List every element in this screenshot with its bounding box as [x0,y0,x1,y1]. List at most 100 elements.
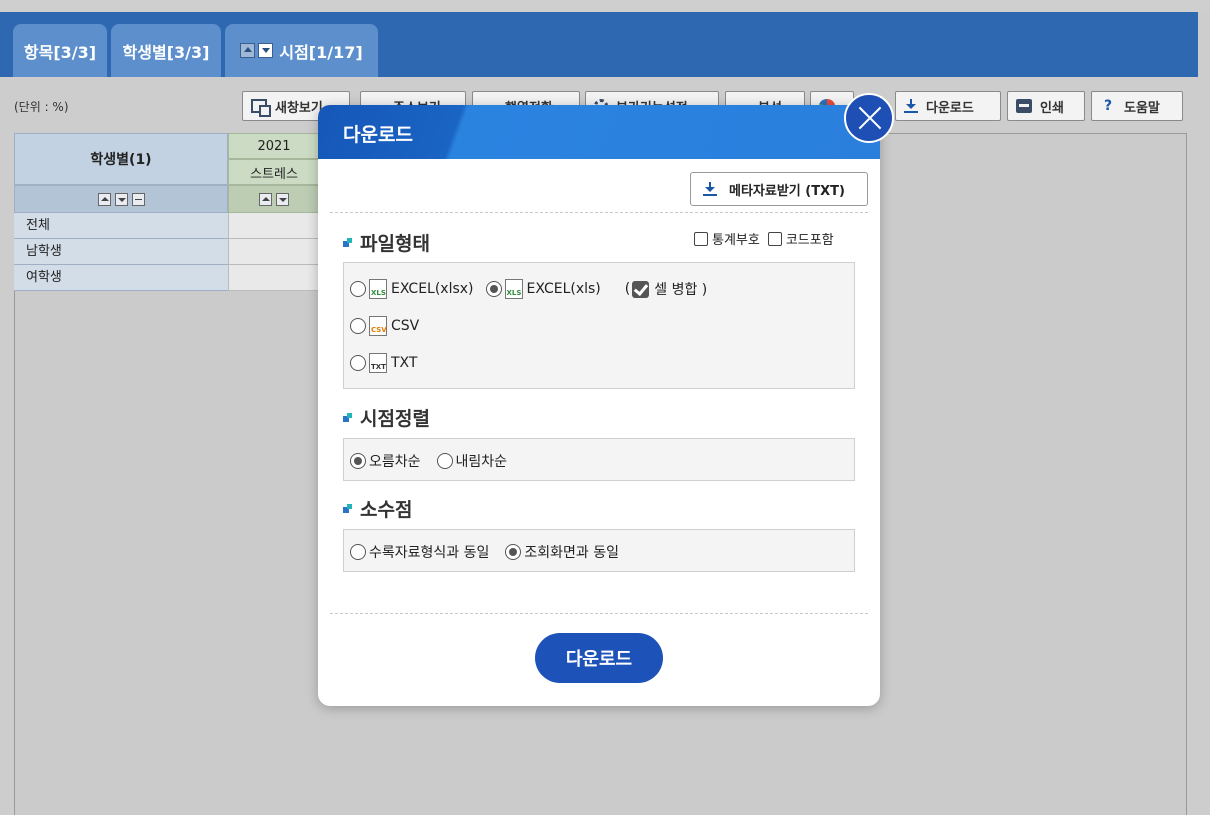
merge-cells-label: 셀 병합 ) [654,282,708,298]
help-label: 도움말 [1124,100,1160,116]
help-button[interactable]: ? 도움말 [1091,91,1183,121]
print-label: 인쇄 [1040,100,1064,116]
csv-radio[interactable] [350,318,366,334]
divider [330,613,868,614]
code-include-label: 코드포함 [785,233,834,248]
row-value [228,265,320,291]
download-icon [904,99,918,113]
download-dialog: 다운로드 메타자료받기 (TXT) 파일형태 통계부호 코드포함 XLS EXC… [318,105,880,706]
arrow-up-icon[interactable] [240,43,256,58]
txt-file-icon: TXT [369,353,387,373]
merge-paren: ( [624,281,631,297]
tab-students-label: 학생별[3/3] [122,42,210,62]
file-type-options: XLS EXCEL(xlsx) XLS EXCEL(xls) ( 셀 병합 ) … [343,262,855,389]
file-options: 통계부호 코드포함 [694,229,834,248]
same-as-source-label: 수록자료형식과 동일 [369,545,490,561]
top-strip [0,0,1210,12]
decimal-row: 수록자료형식과 동일 조회화면과 동일 [350,542,619,562]
stat-symbol-label: 통계부호 [712,233,760,248]
meta-download-button[interactable]: 메타자료받기 (TXT) [690,172,868,206]
stat-symbol-checkbox[interactable] [694,231,708,246]
asc-label: 오름차순 [369,454,421,470]
sort-down-icon[interactable] [276,192,289,206]
meta-download-label: 메타자료받기 (TXT) [729,183,845,199]
grid-sort-controls-2 [228,185,320,213]
file-type-title-text: 파일형태 [360,233,430,255]
row-label: 남학생 [14,239,228,265]
table-row: 여학생 [14,265,320,291]
table-row: 전체 [14,213,320,239]
row-value [228,213,320,239]
grid-header-students: 학생별(1) [14,133,228,185]
xlsx-label: EXCEL(xlsx) [391,281,474,297]
desc-label: 내림차순 [455,454,508,470]
asc-radio[interactable] [350,453,366,469]
csv-file-icon-text: CSV [371,326,387,334]
excel-file-icon: XLS [504,279,523,299]
desc-radio[interactable] [436,453,453,469]
tab-periods-label: 시점[1/17] [279,42,363,62]
row-label: 여학생 [14,265,228,291]
close-icon[interactable] [844,93,894,143]
merge-cells-checkbox[interactable] [632,280,650,298]
txt-row: TXT TXT [350,353,417,373]
divider [330,212,868,213]
row-label: 전체 [14,213,228,239]
print-icon [1016,99,1032,113]
code-include-checkbox[interactable] [767,231,782,246]
excel-file-icon: XLS [369,279,387,299]
help-icon: ? [1103,98,1113,114]
decimal-options: 수록자료형식과 동일 조회화면과 동일 [343,529,855,572]
xls-radio[interactable] [485,281,502,297]
excel-file-icon-text: XLS [506,289,522,297]
bullet-icon [343,238,352,247]
new-window-label: 새창보기 [275,100,323,116]
same-as-source-radio[interactable] [350,544,366,560]
dialog-title: 다운로드 [343,124,413,146]
grid-header-stress: 스트레스 [228,159,320,185]
tab-periods[interactable]: 시점[1/17] [225,24,378,77]
download-toolbar-label: 다운로드 [926,100,974,116]
table-row: 남학생 [14,239,320,265]
sort-down-icon[interactable] [114,192,128,206]
sort-options: 오름차순 내림차순 [343,438,855,481]
sort-row: 오름차순 내림차순 [350,451,507,471]
download-toolbar-button[interactable]: 다운로드 [895,91,1001,121]
excel-file-icon-text: XLS [371,289,386,297]
same-as-view-label: 조회화면과 동일 [524,545,619,561]
same-as-view-radio[interactable] [505,544,522,560]
txt-label: TXT [391,355,418,371]
grid-header-year: 2021 [228,133,320,159]
txt-file-icon-text: TXT [371,363,386,371]
decimal-title: 소수점 [343,495,412,522]
arrow-down-icon[interactable] [258,43,274,58]
row-value [228,239,320,265]
grid-sort-controls [14,185,228,213]
txt-radio[interactable] [350,355,366,371]
download-icon [703,182,717,196]
csv-file-icon: CSV [369,316,387,336]
csv-label: CSV [391,318,420,334]
sort-up-icon[interactable] [97,192,111,206]
tab-bar: 항목[3/3] 학생별[3/3] 시점[1/17] [0,12,1198,77]
download-button[interactable]: 다운로드 [535,633,663,683]
print-button[interactable]: 인쇄 [1007,91,1085,121]
tab-items-label: 항목[3/3] [23,42,97,62]
sort-up-icon[interactable] [259,192,272,206]
csv-row: CSV CSV [350,316,419,336]
file-type-title: 파일형태 [343,229,430,256]
collapse-icon[interactable] [131,192,145,206]
bullet-icon [343,413,352,422]
unit-label: (단위 : %) [14,100,69,114]
tab-items[interactable]: 항목[3/3] [13,24,107,77]
sort-title: 시점정렬 [343,404,430,431]
xlsx-radio[interactable] [350,281,366,297]
sort-title-text: 시점정렬 [360,408,430,430]
tab-students[interactable]: 학생별[3/3] [111,24,221,77]
xls-label: EXCEL(xls) [526,281,601,297]
window-icon [251,99,271,117]
dialog-header: 다운로드 [318,105,880,159]
bullet-icon [343,504,352,513]
excel-row: XLS EXCEL(xlsx) XLS EXCEL(xls) ( 셀 병합 ) [350,279,707,299]
decimal-title-text: 소수점 [360,499,413,521]
